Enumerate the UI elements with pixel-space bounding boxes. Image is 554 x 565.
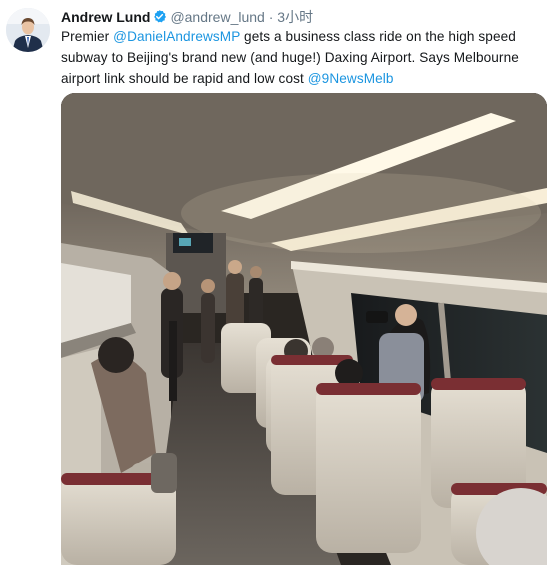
tweet-text: Premier @DanielAndrewsMP gets a business… — [61, 26, 547, 89]
tweet-timestamp[interactable]: 3小时 — [277, 9, 313, 25]
mention-link[interactable]: @9NewsMelb — [308, 71, 394, 86]
tweet-text-part: Premier — [61, 29, 114, 44]
mention-link[interactable]: @DanielAndrewsMP — [113, 29, 240, 44]
meta-separator: · — [268, 9, 274, 25]
verified-badge-icon — [152, 9, 167, 24]
avatar[interactable] — [6, 8, 50, 52]
tweet-header: Andrew Lund @andrew_lund · 3小时 — [61, 7, 313, 27]
author-handle[interactable]: @andrew_lund — [170, 9, 264, 25]
author-name[interactable]: Andrew Lund — [61, 9, 150, 25]
tweet-photo[interactable] — [61, 93, 547, 565]
